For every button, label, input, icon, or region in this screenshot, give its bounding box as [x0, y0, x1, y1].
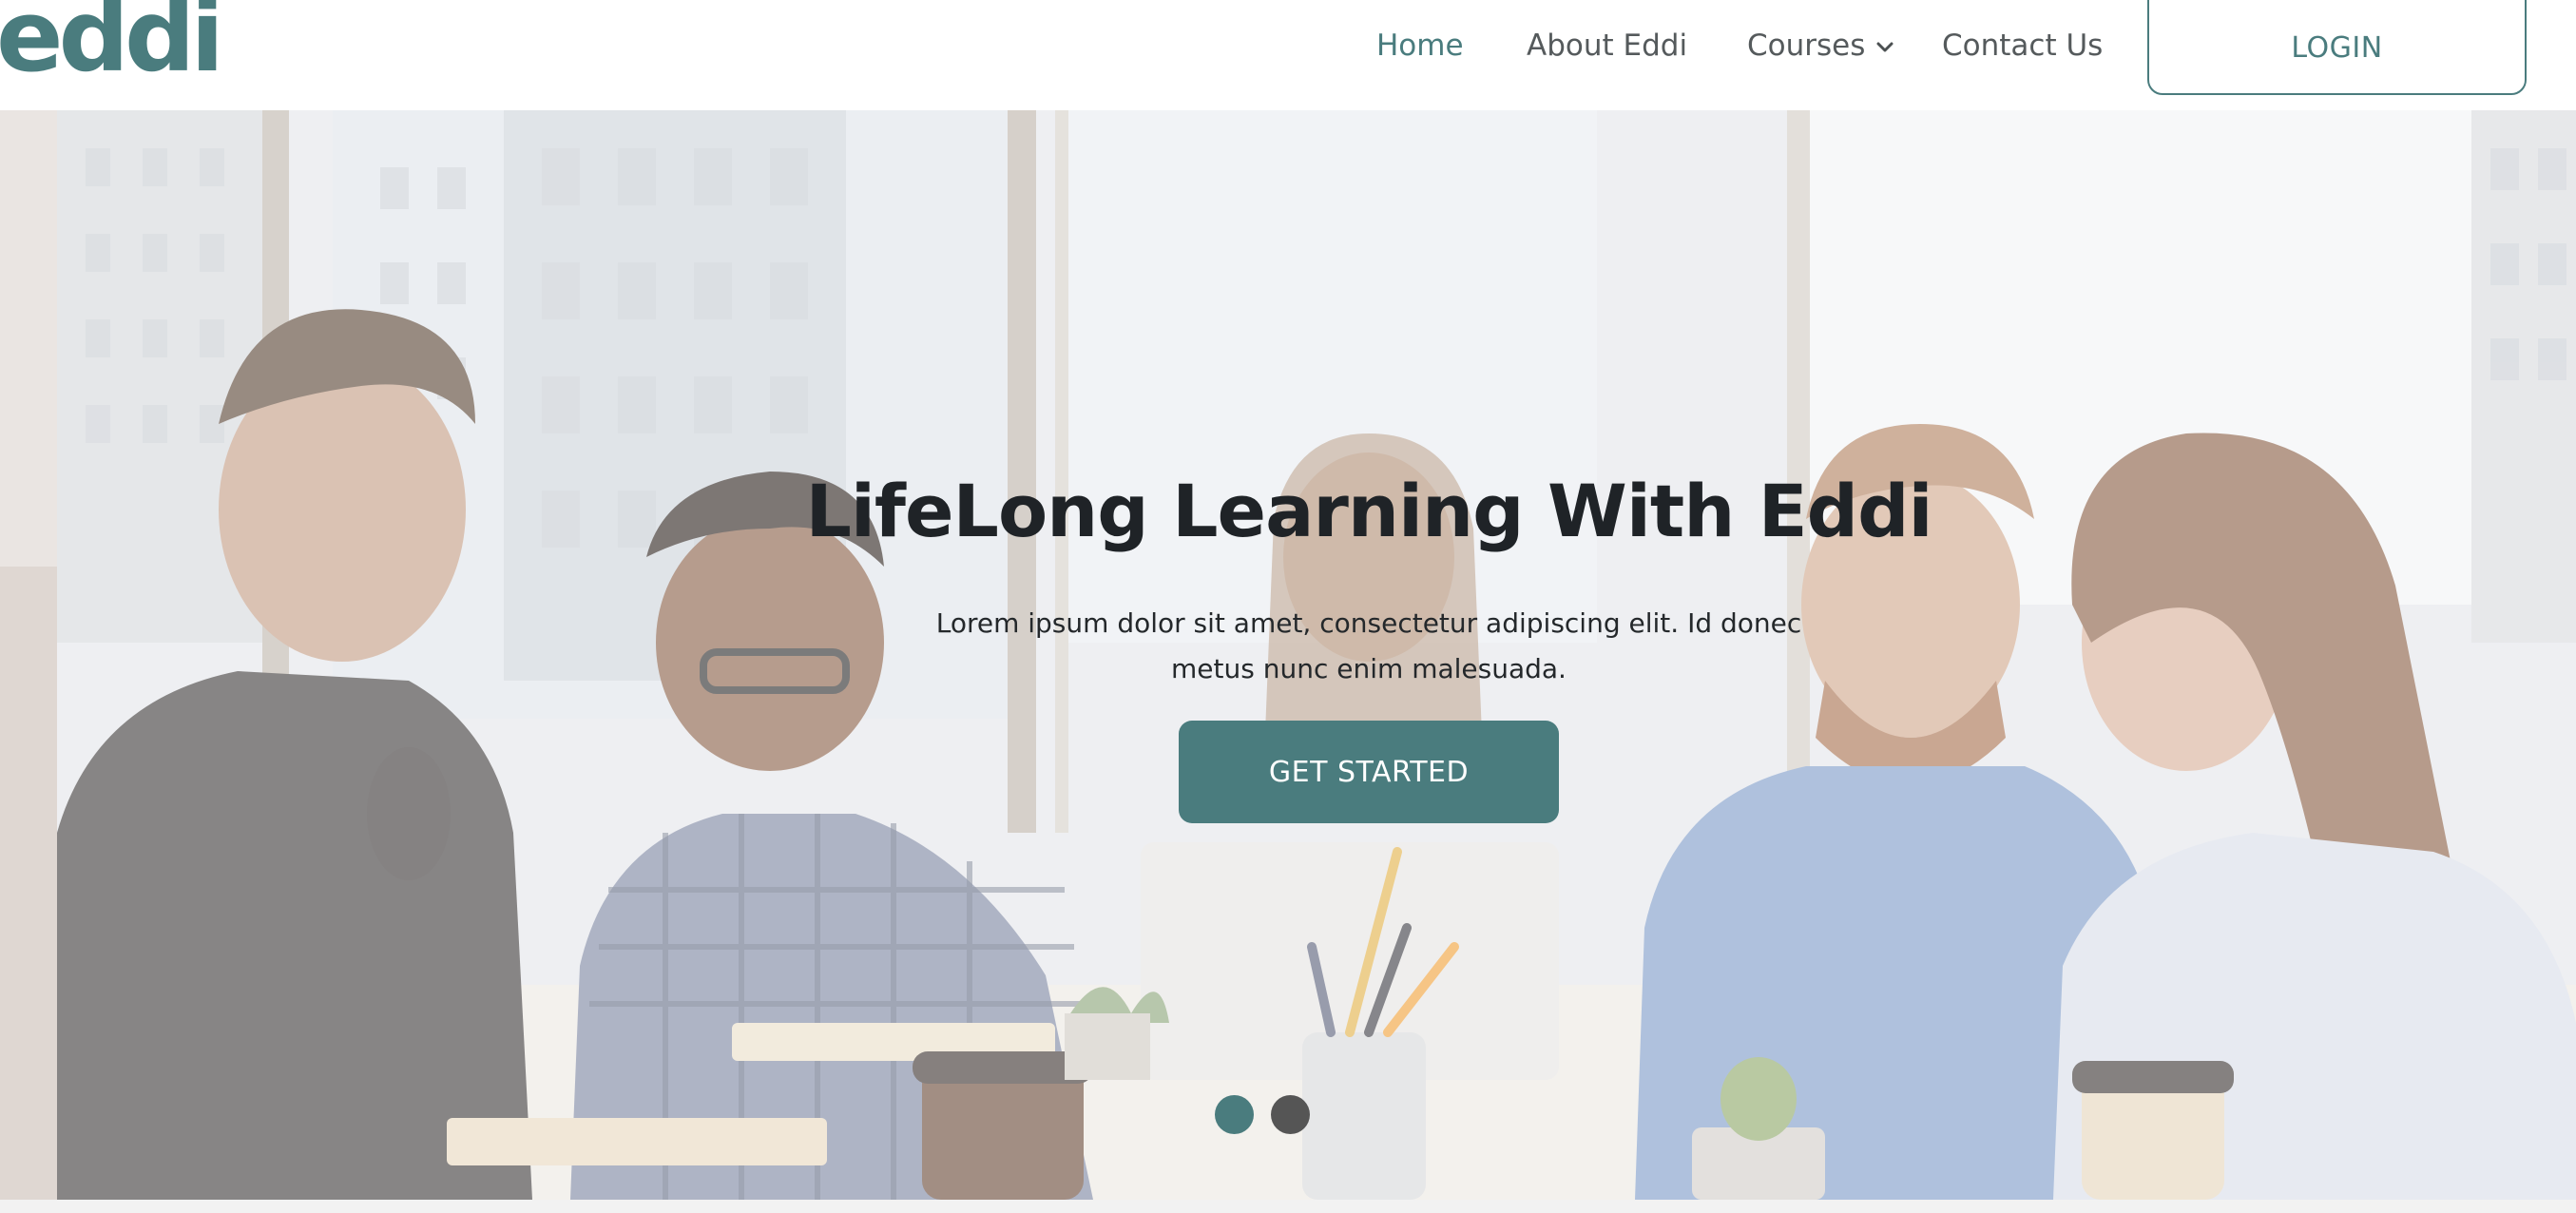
hero-title: LifeLong Learning With Eddi [805, 469, 1932, 553]
carousel-indicators [1215, 1095, 1310, 1135]
nav-courses-label: Courses [1747, 29, 1866, 63]
hero-subtitle-line-2: metus nunc enim malesuada. [1171, 653, 1567, 684]
get-started-button[interactable]: GET STARTED [1179, 721, 1559, 823]
hero-subtitle: Lorem ipsum dolor sit amet, consectetur … [884, 601, 1854, 692]
site-header: eddi Home About Eddi Courses Contact Us … [0, 0, 2576, 110]
carousel-dot-2[interactable] [1271, 1095, 1310, 1134]
nav-contact-link[interactable]: Contact Us [1942, 23, 2103, 68]
chevron-down-icon [1876, 21, 1894, 67]
hero-section: LifeLong Learning With Eddi Lorem ipsum … [0, 110, 2576, 1200]
hero-subtitle-line-1: Lorem ipsum dolor sit amet, consectetur … [935, 607, 1802, 639]
nav-about-link[interactable]: About Eddi [1527, 23, 1687, 68]
nav-courses-dropdown[interactable]: Courses [1747, 23, 1894, 68]
carousel-dot-1[interactable] [1215, 1095, 1254, 1134]
section-divider [0, 1200, 2576, 1213]
nav-home-link[interactable]: Home [1376, 23, 1464, 68]
eddi-logo[interactable]: eddi [0, 0, 224, 86]
login-button[interactable]: LOGIN [2147, 0, 2527, 95]
